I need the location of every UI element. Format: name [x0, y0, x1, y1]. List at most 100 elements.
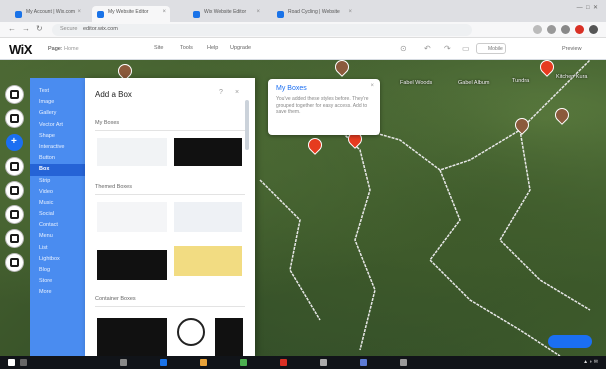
section-themed-boxes: Themed Boxes [95, 184, 132, 190]
box-swatch-black[interactable] [174, 138, 242, 166]
page-selector-label: Page: [48, 46, 63, 52]
browser-tab-wix-editor[interactable]: Wix Website Editor × [188, 6, 264, 22]
category-more[interactable]: More [30, 287, 85, 298]
search-icon[interactable] [20, 359, 27, 366]
url-input[interactable]: Secure editor.wix.com [52, 24, 472, 36]
reload-icon[interactable]: ↻ [36, 24, 43, 33]
taskbar-app-icon[interactable] [360, 359, 367, 366]
map-label: Gabel Album [458, 80, 490, 86]
back-arrow-icon[interactable]: ← [8, 24, 16, 33]
close-icon[interactable]: × [348, 9, 352, 15]
extension-icon[interactable] [561, 25, 570, 34]
category-menu[interactable]: Menu [30, 231, 85, 242]
star-icon[interactable] [533, 25, 542, 34]
category-shape[interactable]: Shape [30, 131, 85, 142]
add-panel-category-list: Text Image Gallery Vector Art Shape Inte… [30, 78, 85, 356]
category-image[interactable]: Image [30, 97, 85, 108]
pages-icon[interactable] [6, 86, 23, 103]
page-selector[interactable]: Home [64, 46, 79, 52]
window-controls[interactable]: — □ ✕ [577, 4, 598, 11]
category-music[interactable]: Music [30, 198, 85, 209]
category-vector-art[interactable]: Vector Art [30, 120, 85, 131]
taskbar-app-icon[interactable] [240, 359, 247, 366]
add-icon[interactable]: + [6, 134, 23, 151]
map-label: Tundra [512, 78, 530, 84]
category-blog[interactable]: Blog [30, 265, 85, 276]
map-photo-pin-icon[interactable] [512, 115, 532, 136]
redo-icon[interactable]: ↷ [444, 44, 451, 53]
category-list[interactable]: List [30, 243, 85, 254]
category-store[interactable]: Store [30, 276, 85, 287]
secure-lock-label: Secure [60, 26, 78, 32]
desktop-icon[interactable]: ▭ [462, 44, 470, 53]
taskbar-app-icon[interactable] [400, 359, 407, 366]
tooltip-body: You've added these styles before. They'r… [276, 96, 369, 115]
browser-tab-road-cycling[interactable]: Road Cycling | Website × [272, 6, 356, 22]
extension-icon[interactable] [575, 25, 584, 34]
box-swatch-light[interactable] [97, 138, 167, 166]
close-icon[interactable]: × [235, 89, 239, 96]
background-icon[interactable] [6, 110, 23, 127]
container-box-black[interactable] [97, 318, 167, 356]
close-icon[interactable]: × [162, 9, 166, 15]
menu-upgrade[interactable]: Upgrade [230, 45, 251, 51]
panel-scrollbar[interactable] [245, 100, 249, 150]
box-swatch-light[interactable] [97, 202, 167, 232]
category-text[interactable]: Text [30, 86, 85, 97]
box-swatch-yellow[interactable] [174, 246, 242, 276]
container-box-black[interactable] [215, 318, 243, 356]
help-icon[interactable]: ? [219, 89, 223, 96]
category-gallery[interactable]: Gallery [30, 108, 85, 119]
tooltip-title: My Boxes [276, 85, 307, 92]
close-icon[interactable]: × [256, 9, 260, 15]
category-lightbox[interactable]: Lightbox [30, 254, 85, 265]
category-strip[interactable]: Strip [30, 176, 85, 187]
extension-icon[interactable] [547, 25, 556, 34]
apps-icon[interactable] [6, 158, 23, 175]
map-photo-pin-icon[interactable] [332, 57, 352, 78]
blog-icon[interactable] [6, 206, 23, 223]
extension-icons [533, 25, 598, 34]
menu-help[interactable]: Help [207, 45, 218, 51]
map-pin-icon[interactable] [537, 57, 557, 78]
menu-site[interactable]: Site [154, 45, 163, 51]
tab-label: My Website Editor [108, 9, 149, 15]
category-interactive[interactable]: Interactive [30, 142, 85, 153]
box-swatch-black[interactable] [97, 250, 167, 280]
menu-dots-icon[interactable] [589, 25, 598, 34]
close-icon[interactable]: × [370, 83, 374, 89]
map-photo-pin-icon[interactable] [552, 105, 572, 126]
wix-editor-topbar: WiX Page: Home Site Tools Help Upgrade ⊙… [0, 38, 606, 60]
taskbar-app-icon[interactable] [120, 359, 127, 366]
zoom-icon[interactable]: ⊙ [400, 44, 407, 53]
my-boxes-tooltip: My Boxes You've added these styles befor… [268, 79, 380, 135]
media-icon[interactable] [6, 182, 23, 199]
taskbar-app-icon[interactable] [280, 359, 287, 366]
close-icon[interactable]: × [77, 9, 81, 15]
menu-tools[interactable]: Tools [180, 45, 193, 51]
taskbar-app-icon[interactable] [320, 359, 327, 366]
mobile-view-button[interactable]: Mobile [476, 43, 506, 54]
preview-button[interactable]: Preview [562, 46, 582, 52]
store-icon[interactable] [6, 230, 23, 247]
taskbar-app-icon[interactable] [200, 359, 207, 366]
category-button[interactable]: Button [30, 153, 85, 164]
container-box-circle[interactable] [177, 318, 205, 346]
taskbar-app-icon[interactable] [160, 359, 167, 366]
start-icon[interactable] [8, 359, 15, 366]
system-tray[interactable]: ▲ ◗ ✉ [583, 359, 598, 365]
map-pin-icon[interactable] [305, 135, 325, 156]
category-video[interactable]: Video [30, 187, 85, 198]
help-button[interactable] [548, 335, 592, 348]
browser-tab-website-editor[interactable]: My Website Editor × [92, 6, 170, 22]
category-box[interactable]: Box [30, 164, 85, 176]
browser-tab-my-account[interactable]: My Account | Wix.com × [10, 6, 85, 22]
category-social[interactable]: Social [30, 209, 85, 220]
bookings-icon[interactable] [6, 254, 23, 271]
box-swatch-light[interactable] [174, 202, 242, 232]
forward-arrow-icon[interactable]: → [22, 24, 30, 33]
map-label: Kitchen Kura [556, 74, 588, 80]
undo-icon[interactable]: ↶ [424, 44, 431, 53]
wix-favicon-icon [97, 11, 104, 18]
category-contact[interactable]: Contact [30, 220, 85, 231]
